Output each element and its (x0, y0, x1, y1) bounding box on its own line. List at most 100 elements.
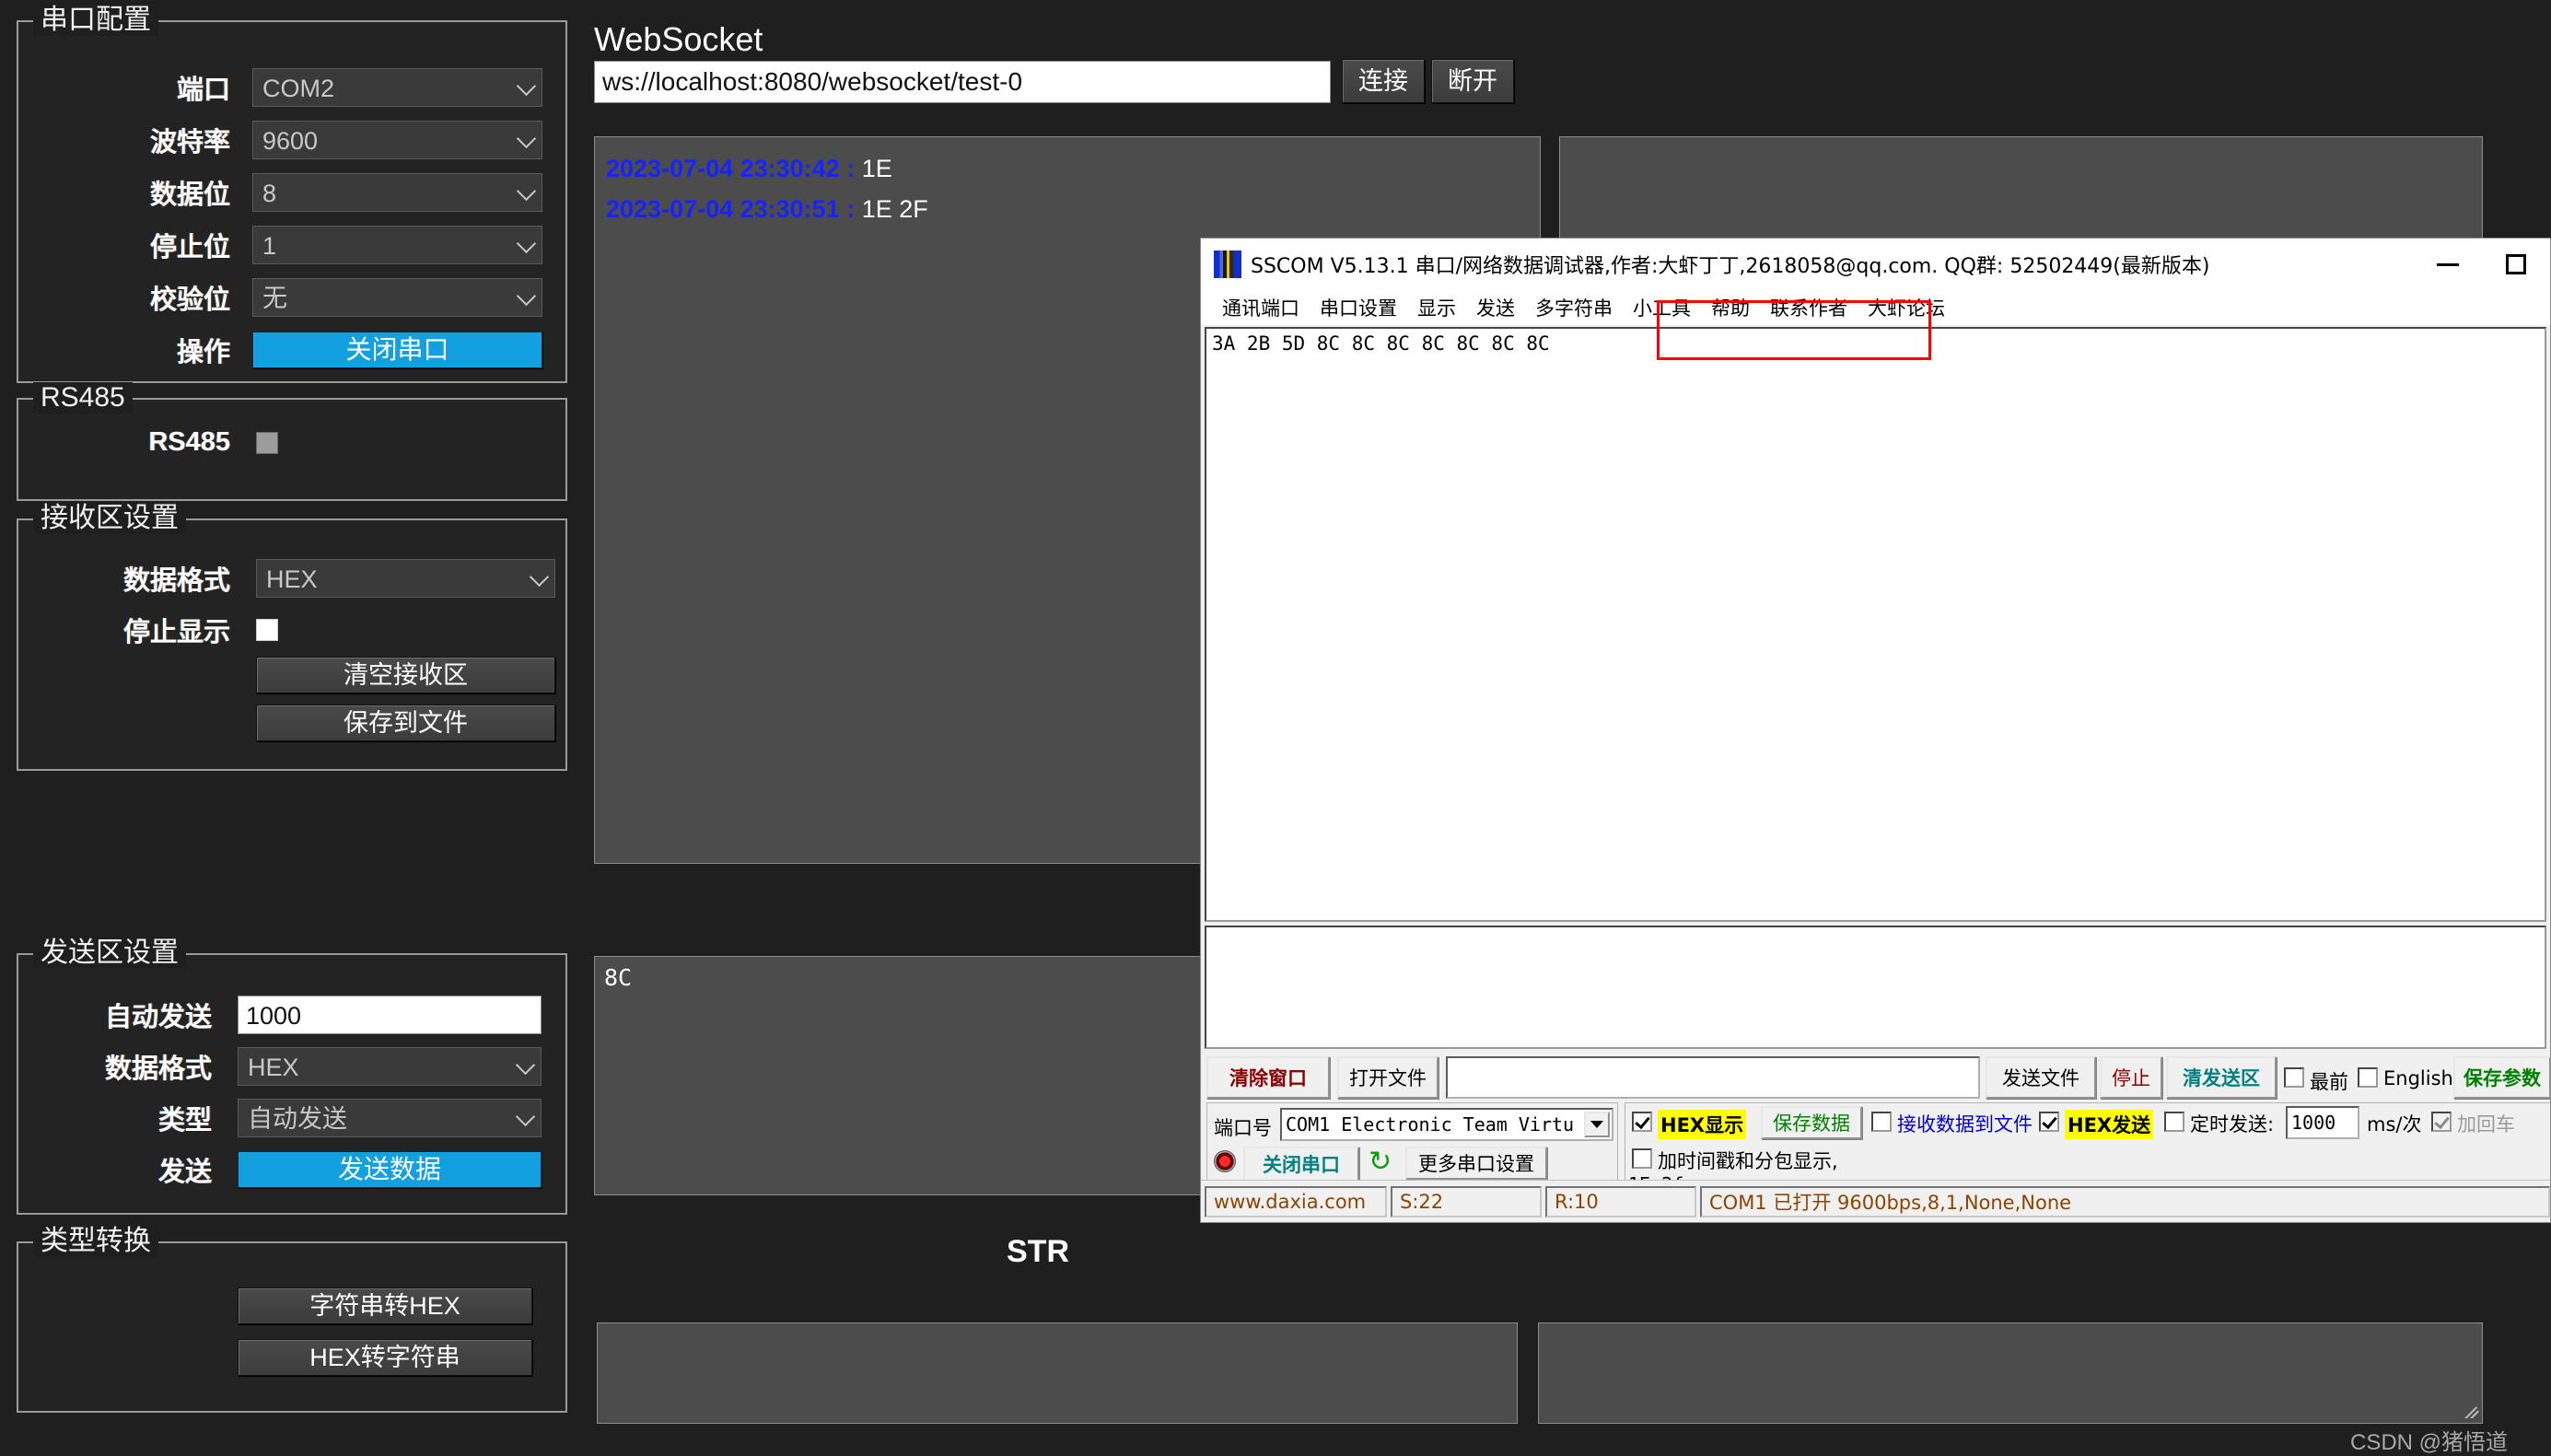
clear-send-button[interactable]: 清发送区 (2166, 1056, 2277, 1099)
send-format-row: 数据格式 HEX (18, 1047, 565, 1086)
recv-to-file-label: 接收数据到文件 (1897, 1113, 2033, 1136)
sscom-receive-area[interactable]: 3A 2B 5D 8C 8C 8C 8C 8C 8C 8C (1205, 327, 2546, 922)
chevron-down-icon[interactable] (1584, 1112, 1610, 1137)
hex-to-str-button[interactable]: HEX转字符串 (238, 1339, 532, 1376)
port-number-value: COM1 Electronic Team Virtu (1286, 1113, 1575, 1136)
port-number-combo[interactable]: COM1 Electronic Team Virtu (1280, 1108, 1613, 1141)
clear-recv-button[interactable]: 清空接收区 (256, 657, 555, 693)
recv-to-file-checkbox[interactable] (1871, 1112, 1892, 1132)
sscom-window[interactable]: SSCOM V5.13.1 串口/网络数据调试器,作者:大虾丁丁,2618058… (1200, 238, 2551, 1223)
secondary-str-area[interactable] (1538, 1322, 2483, 1424)
sscom-menu-bar: 通讯端口 串口设置 显示 发送 多字符串 小工具 帮助 联系作者 大虾论坛 (1201, 290, 2550, 325)
str-textarea[interactable] (597, 1322, 1518, 1424)
menu-item-display[interactable]: 显示 (1407, 294, 1466, 321)
websocket-connect-button[interactable]: 连接 (1342, 59, 1425, 103)
menu-item-help[interactable]: 帮助 (1701, 294, 1760, 321)
str-label: STR (1007, 1234, 1069, 1269)
save-data-button[interactable]: 保存数据 (1761, 1106, 1862, 1139)
hex-send-label: HEX发送 (2065, 1110, 2154, 1139)
rs485-row: RS485 (18, 427, 565, 458)
sscom-title-bar[interactable]: SSCOM V5.13.1 串口/网络数据调试器,作者:大虾丁丁,2618058… (1201, 239, 2550, 290)
save-recv-button[interactable]: 保存到文件 (256, 705, 555, 741)
timed-send-checkbox[interactable] (2164, 1112, 2184, 1132)
recv-format-label: 数据格式 (122, 566, 230, 596)
clear-window-button[interactable]: 清除窗口 (1206, 1056, 1330, 1099)
baud-select-value: 9600 (262, 127, 319, 155)
topmost-label: 最前 (2310, 1071, 2348, 1093)
send-type-value: 自动发送 (248, 1105, 347, 1133)
timed-send-input[interactable]: 1000 (2286, 1106, 2359, 1139)
parity-select[interactable]: 无 (252, 278, 542, 317)
send-format-label: 数据格式 (104, 1054, 212, 1084)
send-type-select[interactable]: 自动发送 (238, 1099, 542, 1137)
serial-field-action: 操作 关闭串口 (18, 331, 565, 369)
websocket-url-input[interactable]: ws://localhost:8080/websocket/test-0 (594, 61, 1331, 103)
stopbits-select[interactable]: 1 (252, 226, 542, 264)
log-line: 2023-07-04 23:30:42 : 1E (606, 148, 1529, 189)
stop-button[interactable]: 停止 (2100, 1056, 2162, 1099)
port-select[interactable]: COM2 (252, 68, 542, 107)
parity-select-value: 无 (262, 285, 287, 312)
file-path-input[interactable] (1446, 1056, 1980, 1099)
chevron-down-icon (515, 1054, 536, 1076)
chevron-down-icon (516, 76, 537, 97)
chevron-down-icon (516, 285, 537, 307)
send-file-button[interactable]: 发送文件 (1986, 1056, 2096, 1099)
menu-item-send[interactable]: 发送 (1466, 294, 1525, 321)
add-newline-checkbox[interactable] (2431, 1112, 2452, 1132)
minimize-button[interactable] (2414, 239, 2482, 290)
hex-display-checkbox[interactable] (1632, 1112, 1652, 1132)
auto-send-input[interactable]: 1000 (238, 996, 542, 1034)
topmost-checkbox[interactable] (2284, 1067, 2304, 1088)
type-convert-legend: 类型转换 (33, 1226, 158, 1257)
close-port-button-sscom[interactable]: 关闭串口 (1243, 1147, 1359, 1182)
menu-item-contact-author[interactable]: 联系作者 (1760, 294, 1858, 321)
menu-item-multi-string[interactable]: 多字符串 (1525, 294, 1623, 321)
menu-item-tools[interactable]: 小工具 (1623, 294, 1701, 321)
status-recv-count: R:10 (1545, 1185, 1696, 1217)
rs485-checkbox[interactable] (256, 431, 278, 454)
send-action-row: 发送 发送数据 (18, 1150, 565, 1189)
english-checkbox[interactable] (2358, 1067, 2378, 1088)
hex-send-checkbox[interactable] (2039, 1112, 2059, 1132)
close-port-button[interactable]: 关闭串口 (252, 332, 542, 368)
stopbits-select-value: 1 (262, 232, 277, 260)
str-to-hex-button[interactable]: 字符串转HEX (238, 1287, 532, 1324)
databits-select[interactable]: 8 (252, 173, 542, 212)
recv-settings-legend: 接收区设置 (33, 503, 186, 534)
maximize-button[interactable] (2482, 239, 2550, 290)
chevron-down-icon (516, 233, 537, 254)
menu-item-forum[interactable]: 大虾论坛 (1858, 294, 1955, 321)
log-line: 2023-07-04 23:30:51 : 1E 2F (606, 189, 1529, 229)
sscom-send-area[interactable] (1205, 926, 2546, 1049)
baud-select[interactable]: 9600 (252, 121, 542, 159)
serial-config-legend: 串口配置 (33, 5, 158, 36)
serial-config-panel: 串口配置 端口 COM2 波特率 9600 数据位 8 停止位 1 校验位 无 (17, 5, 567, 383)
send-format-select[interactable]: HEX (238, 1047, 542, 1086)
ms-per-label: ms/次 (2367, 1113, 2422, 1136)
more-serial-settings-button[interactable]: 更多串口设置 (1405, 1147, 1547, 1180)
send-format-value: HEX (248, 1054, 299, 1081)
resize-grip[interactable] (2455, 1394, 2479, 1418)
log-timestamp: 2023-07-04 23:30:42 : (606, 155, 856, 182)
recv-stop-row: 停止显示 (18, 611, 565, 649)
refresh-icon[interactable]: ↻ (1369, 1148, 1392, 1176)
menu-item-serial-settings[interactable]: 串口设置 (1310, 294, 1407, 321)
status-website[interactable]: www.daxia.com (1205, 1185, 1387, 1217)
chevron-down-icon (529, 566, 550, 588)
send-type-row: 类型 自动发送 (18, 1099, 565, 1137)
databits-select-value: 8 (262, 180, 277, 207)
send-data-button[interactable]: 发送数据 (238, 1151, 542, 1188)
websocket-disconnect-button[interactable]: 断开 (1431, 59, 1514, 103)
log-message: 1E (861, 155, 892, 182)
chevron-down-icon (516, 181, 537, 202)
save-params-button[interactable]: 保存参数 (2453, 1056, 2550, 1099)
open-file-button[interactable]: 打开文件 (1337, 1056, 1439, 1099)
send-settings-legend: 发送区设置 (33, 938, 186, 969)
recv-format-select[interactable]: HEX (256, 559, 555, 598)
serial-action-label: 操作 (176, 338, 230, 367)
menu-item-comm-port[interactable]: 通讯端口 (1212, 294, 1310, 321)
timestamp-checkbox[interactable] (1632, 1148, 1652, 1169)
recv-stop-checkbox[interactable] (256, 619, 278, 641)
sscom-window-controls (2414, 239, 2550, 290)
